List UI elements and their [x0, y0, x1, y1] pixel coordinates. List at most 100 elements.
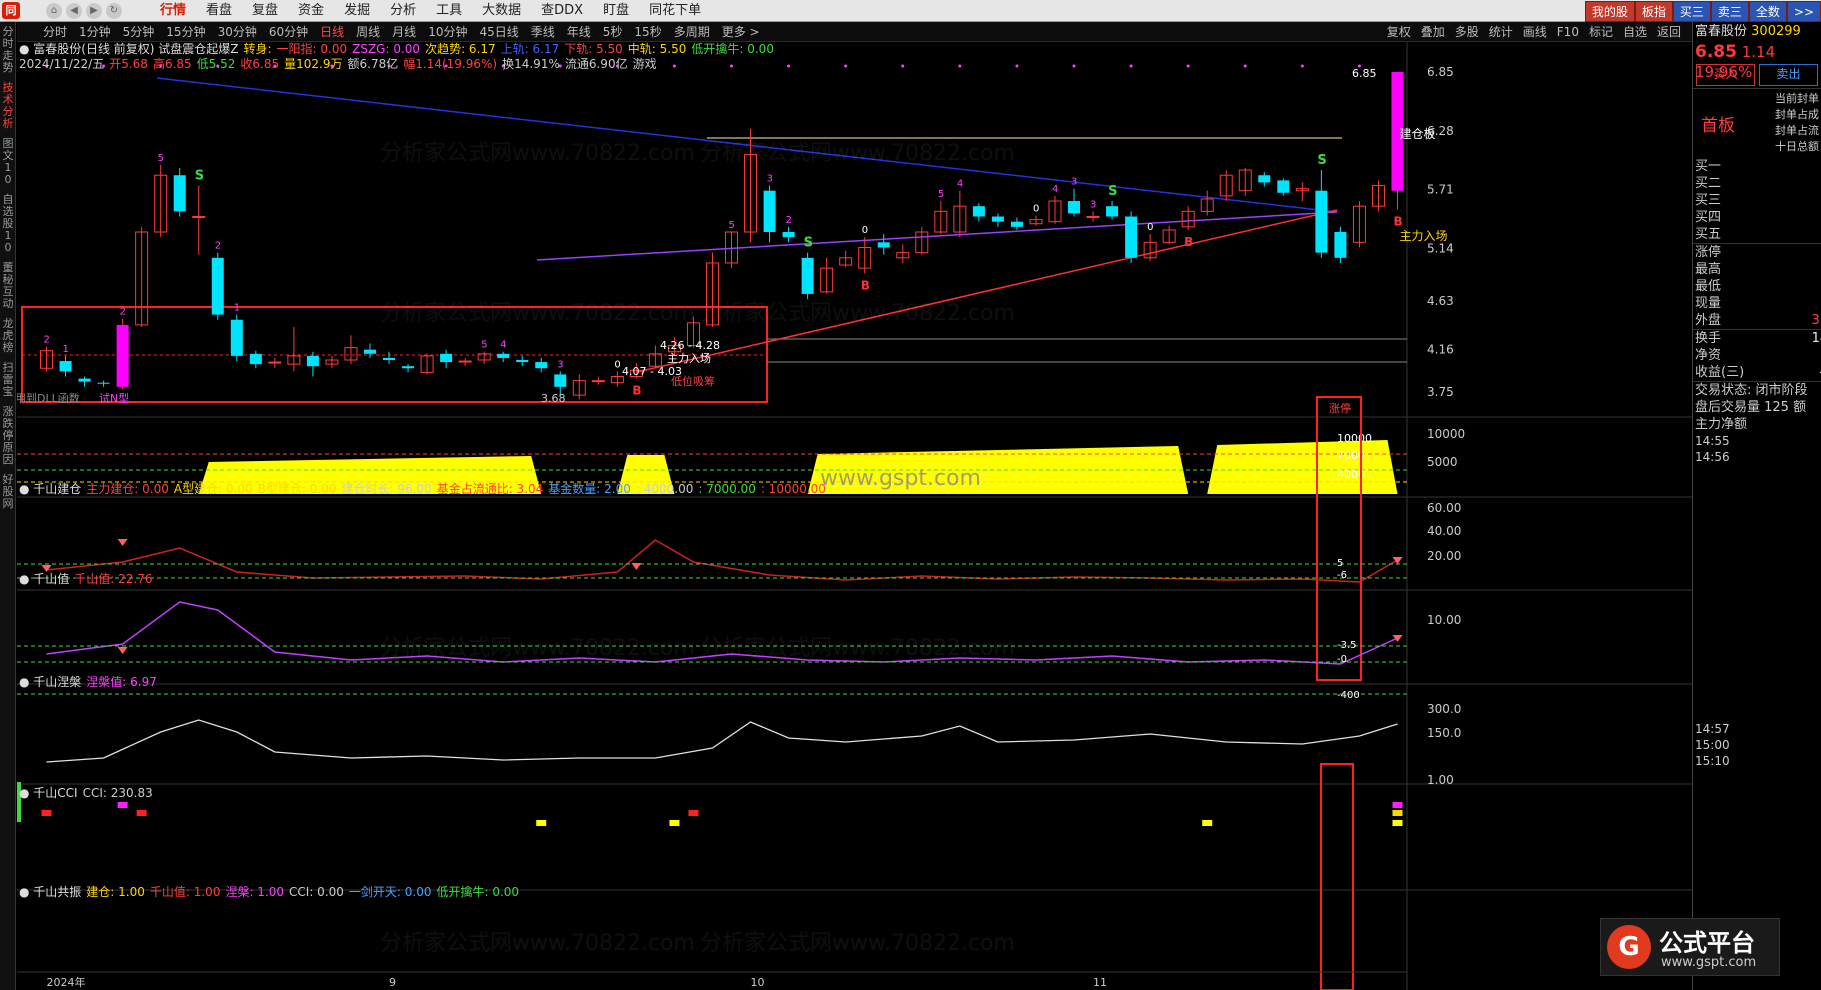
timeframe-tab[interactable]: 5分钟 [117, 22, 161, 42]
timeframe-tab[interactable]: 更多 > [716, 22, 766, 42]
panel-title[interactable]: ● 千山值 [19, 572, 69, 586]
left-tab[interactable]: 分 时 走 势 [1, 26, 15, 74]
tick-row-cell [1693, 545, 1810, 561]
left-tab[interactable]: 董 秘 互 动 [1, 262, 15, 310]
low-price: 3.68 [541, 392, 566, 405]
candle-body [1086, 216, 1100, 219]
menu-item[interactable]: 工具 [426, 0, 472, 22]
top-button[interactable]: 全数 [1748, 1, 1787, 22]
tool-button[interactable]: 多股 [1450, 22, 1484, 42]
home-icon[interactable]: ⌂ [46, 3, 62, 19]
stat-row-cell: 最高 [1695, 262, 1722, 277]
tick-row-cell: 6.85 [1810, 721, 1821, 737]
watermark: 分析家公式网www.70822.com [700, 636, 1015, 661]
tick-row-cell: 6.85 [1810, 513, 1821, 529]
count-digit: 5 [158, 153, 164, 164]
timeframe-tab[interactable]: 季线 [525, 22, 561, 42]
menu-item[interactable]: 盯盘 [593, 0, 639, 22]
timeframe-tab[interactable]: 多周期 [668, 22, 716, 42]
top-dot [901, 64, 905, 68]
top-button[interactable]: >> [1786, 1, 1821, 22]
menu-item[interactable]: 行情 [150, 0, 196, 22]
tool-button[interactable]: 标记 [1584, 22, 1618, 42]
count-digit: 5 [729, 220, 735, 231]
timeframe-tab[interactable]: 周线 [350, 22, 386, 42]
book-row: 买五 6.81 [1693, 226, 1821, 244]
left-tab[interactable]: 涨 跌 停 原 因 [1, 406, 15, 466]
panel-title[interactable]: ● 千山涅槃 [19, 675, 81, 689]
top-button[interactable]: 板指 [1634, 1, 1673, 22]
menu-item[interactable]: 分析 [380, 0, 426, 22]
forward-icon[interactable]: ▶ [86, 3, 102, 19]
count-digit: 3 [1071, 177, 1077, 188]
book-row-cell: 买四 [1695, 210, 1722, 225]
menu-item[interactable]: 同花下单 [639, 0, 711, 22]
sell-button[interactable]: 卖出 [1759, 64, 1818, 86]
panel-title[interactable]: ● 千山建仓 [19, 482, 81, 496]
back-icon[interactable]: ◀ [66, 3, 82, 19]
flow-row-cell: 主力净额 [1695, 417, 1748, 432]
candle-body [554, 374, 567, 387]
timeframe-tab[interactable]: 30分钟 [212, 22, 263, 42]
tool-button[interactable]: 画线 [1518, 22, 1552, 42]
p2-tick: 40.00 [1427, 524, 1461, 538]
signal-square [536, 820, 547, 826]
timeframe-tab[interactable]: 5秒 [597, 22, 629, 42]
timeframe-tab[interactable]: 15分钟 [160, 22, 211, 42]
stat2-row: 收益(三)-0.060P [1693, 364, 1821, 382]
stock-code: 300299 [1751, 24, 1801, 39]
timeframe-tab[interactable]: 月线 [386, 22, 422, 42]
menu-item[interactable]: 发掘 [334, 0, 380, 22]
refresh-icon[interactable]: ↻ [106, 3, 122, 19]
chart-area[interactable]: 6.85 6.28 5.71 5.14 4.63 4.16 3.75 2 1 2 5 2 1 5 4 3 0 5 3… [17, 42, 1692, 990]
menu-item[interactable]: 查DDX [531, 0, 593, 22]
menu-item[interactable]: 大数据 [472, 0, 531, 22]
count-digit: 3 [1090, 199, 1096, 210]
legend-value: 一阳指: 0.00 [276, 42, 348, 56]
panel-title[interactable]: ● 富春股份(日线 前复权) 试盘震仓起爆Z [19, 42, 239, 56]
top-button[interactable]: 买三 [1672, 1, 1711, 22]
timeframe-tab[interactable]: 10分钟 [422, 22, 473, 42]
legend-value: 量102.9万 [284, 57, 343, 71]
left-tab[interactable]: 自 选 股 1 0 [1, 194, 15, 254]
zhangting-label: 涨停 [1329, 401, 1351, 415]
left-tab[interactable]: 图 文 1 0 [1, 138, 15, 186]
tool-button[interactable]: 返回 [1652, 22, 1686, 42]
watermark: 分析家公式网www.70822.com [380, 141, 695, 166]
left-tab[interactable]: 技 术 分 析 [1, 82, 15, 130]
left-tab[interactable]: 扫 雷 宝 [1, 362, 15, 398]
timeframe-tab[interactable]: 年线 [561, 22, 597, 42]
timeframe-tab[interactable]: 1分钟 [73, 22, 117, 42]
tool-button[interactable]: F10 [1552, 22, 1584, 42]
tool-button[interactable]: 叠加 [1416, 22, 1450, 42]
price-change: 1.14 [1741, 43, 1776, 61]
timeframe-tab[interactable]: 日线 [314, 22, 350, 42]
menu-item[interactable]: 看盘 [196, 0, 242, 22]
tool-button[interactable]: 自选 [1618, 22, 1652, 42]
order-book: 买一6.85买二6.84买三6.83买四6.82买五6.81涨停6.85跌最高6… [1693, 158, 1821, 769]
left-tab[interactable]: 好 股 网 [1, 474, 15, 510]
tool-button[interactable]: 统计 [1484, 22, 1518, 42]
menu-item[interactable]: 资金 [288, 0, 334, 22]
sell-signal: S [1108, 184, 1117, 199]
menu-item[interactable]: 复盘 [242, 0, 288, 22]
stat2-row: 净资0.78市 [1693, 347, 1821, 364]
tick-row: 6.85 [1693, 705, 1821, 721]
tick-row-cell: 6.85 [1810, 449, 1821, 465]
stat-row-cell: 涨停 [1695, 245, 1722, 260]
tool-button[interactable]: 复权 [1382, 22, 1416, 42]
timeframe-tab[interactable]: 60分钟 [263, 22, 314, 42]
panel-title[interactable]: ● 千山共振 [19, 885, 81, 899]
timeframe-tab[interactable]: 分时 [37, 22, 73, 42]
top-button[interactable]: 卖三 [1710, 1, 1749, 22]
left-tab[interactable]: 龙 虎 榜 [1, 318, 15, 354]
timeframe-tab[interactable]: 45日线 [473, 22, 524, 42]
candle-body [192, 216, 206, 219]
chart-canvas[interactable]: 6.856.285.715.144.634.163.752125215 43 053… [17, 42, 1692, 990]
title-bar: 同 ⌂ ◀ ▶ ↻ 行情 看盘 复盘 资金 发掘 分析 工具 大数据 查DDX 盯盘 同花下单 我的… [0, 0, 1821, 22]
book-row: 买一 6.85 [1693, 158, 1821, 175]
timeframe-tab[interactable]: 15秒 [628, 22, 667, 42]
top-button[interactable]: 我的股 [1584, 1, 1635, 22]
panel-title[interactable]: ● 千山CCI [19, 786, 78, 800]
buy-button[interactable]: 买入 [1696, 64, 1755, 86]
